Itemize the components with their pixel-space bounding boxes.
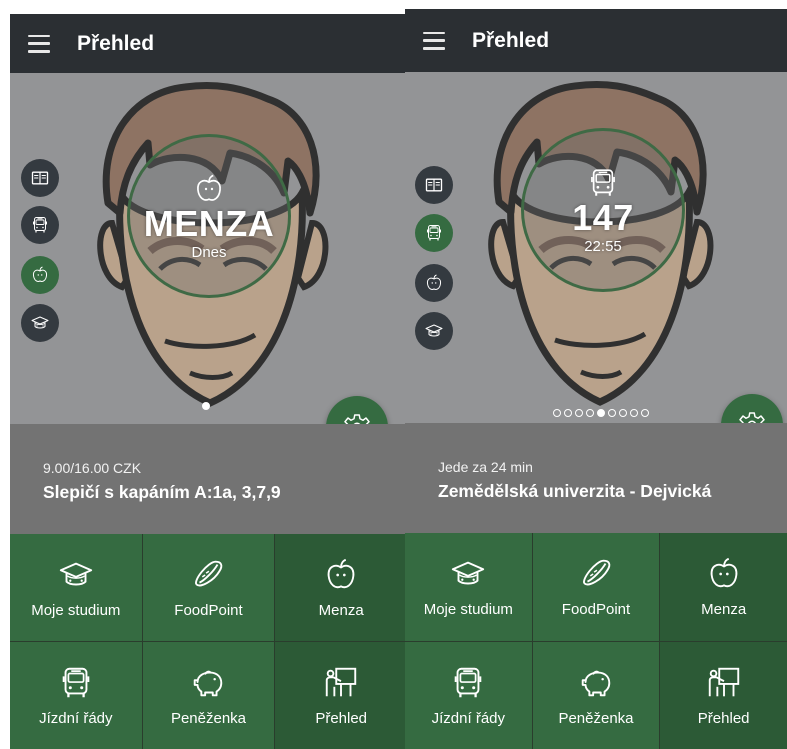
nav-grid: Moje studium FoodPoint Menza Jízdní řády… (405, 533, 787, 749)
pager-dot (630, 409, 638, 417)
tile-label: Peněženka (170, 710, 247, 727)
card-title: MENZA (143, 202, 275, 244)
info-route: Zemědělská univerzita - Dejvická (438, 481, 712, 501)
side-button-menza[interactable] (415, 264, 453, 302)
hotdog-icon (577, 555, 615, 593)
book-icon (30, 168, 50, 188)
apple-icon (192, 172, 226, 206)
side-button-jizdni-rady[interactable] (415, 214, 453, 252)
screen-jizdni-rady: Přehled 147 22:55 Jede za 24 min Zeměděl… (405, 9, 787, 749)
pager-dot (553, 409, 561, 417)
hero-background: MENZA Dnes (10, 73, 407, 424)
tile-label: Přehled (697, 709, 750, 727)
side-button-menza[interactable] (21, 256, 59, 294)
hotdog-icon (189, 556, 227, 594)
side-button-moje-studium[interactable] (415, 166, 453, 204)
tile-label: Moje studium (423, 601, 513, 619)
gear-icon (737, 410, 767, 423)
tile-label: Přehled (315, 710, 368, 727)
tile-foodpoint[interactable]: FoodPoint (532, 533, 660, 641)
pager-dot (597, 409, 605, 417)
bus-icon (30, 215, 50, 235)
tile-label: Jízdní řády (39, 710, 113, 727)
graduation-cap-icon (57, 556, 95, 594)
pager-dot (202, 402, 210, 410)
tile-menza[interactable]: Menza (275, 534, 407, 641)
menu-icon[interactable] (423, 31, 445, 50)
presentation-icon (705, 664, 743, 702)
tile-menza[interactable]: Menza (660, 533, 787, 641)
bus-icon (586, 166, 620, 200)
card-subtitle: Dnes (191, 243, 227, 261)
side-button-jizdni-rady[interactable] (21, 206, 59, 244)
graduation-cap-icon (449, 555, 487, 593)
page-title: Přehled (77, 31, 155, 55)
tile-jizdni-rady[interactable]: Jízdní řády (10, 642, 142, 749)
pager-dots (553, 409, 649, 417)
tile-label: Jízdní řády (431, 709, 506, 727)
tile-moje-studium[interactable]: Moje studium (10, 534, 142, 641)
tile-prehled[interactable]: Přehled (275, 642, 407, 749)
summary-card[interactable]: 147 22:55 (521, 128, 685, 292)
side-button-studium[interactable] (415, 312, 453, 350)
tile-label: Menza (318, 602, 364, 619)
info-panel: 9.00/16.00 CZK Slepičí s kapáním A:1a, 3… (10, 424, 407, 534)
graduation-cap-icon (30, 313, 50, 333)
app-bar: Přehled (10, 14, 407, 73)
screen-menza: Přehled MENZA Dnes 9.00/16.00 CZK Slepič… (10, 14, 407, 749)
info-panel: Jede za 24 min Zemědělská univerzita - D… (405, 423, 787, 533)
pager-dots (202, 402, 210, 410)
menu-icon[interactable] (28, 34, 50, 53)
card-subtitle: 22:55 (584, 237, 622, 255)
tile-penezenka[interactable]: Peněženka (142, 642, 275, 749)
pager-dot (564, 409, 572, 417)
pager-dot (608, 409, 616, 417)
tile-label: Menza (701, 601, 747, 619)
page-title: Přehled (472, 28, 550, 52)
tile-prehled[interactable]: Přehled (660, 641, 787, 749)
info-price: 9.00/16.00 CZK (43, 460, 142, 476)
pager-dot (641, 409, 649, 417)
nav-grid: Moje studium FoodPoint Menza Jízdní řády… (10, 534, 407, 749)
info-departure-time: Jede za 24 min (438, 459, 533, 475)
piggy-bank-icon (577, 664, 615, 702)
pager-dot (586, 409, 594, 417)
tile-penezenka[interactable]: Peněženka (532, 641, 660, 749)
book-icon (424, 175, 444, 195)
pager-dot (575, 409, 583, 417)
tile-foodpoint[interactable]: FoodPoint (142, 534, 275, 641)
apple-icon (322, 556, 360, 594)
apple-icon (424, 273, 444, 293)
bus-icon (424, 223, 444, 243)
card-title: 147 (572, 196, 634, 238)
hero-background: 147 22:55 (405, 72, 787, 423)
summary-card[interactable]: MENZA Dnes (127, 134, 291, 298)
gear-icon (342, 412, 372, 424)
bus-icon (449, 664, 487, 702)
bus-icon (57, 664, 95, 702)
tile-label: Peněženka (558, 709, 634, 727)
pager-dot (619, 409, 627, 417)
tile-label: Moje studium (31, 602, 121, 619)
apple-icon (30, 265, 50, 285)
tile-jizdni-rady[interactable]: Jízdní řády (405, 641, 532, 749)
presentation-icon (322, 664, 360, 702)
app-bar: Přehled (405, 9, 787, 72)
side-button-studium[interactable] (21, 304, 59, 342)
tile-label: FoodPoint (174, 602, 243, 619)
tile-label: FoodPoint (561, 601, 631, 619)
tile-moje-studium[interactable]: Moje studium (405, 533, 532, 641)
piggy-bank-icon (189, 664, 227, 702)
side-button-moje-studium[interactable] (21, 159, 59, 197)
graduation-cap-icon (424, 321, 444, 341)
apple-icon (705, 555, 743, 593)
info-meal: Slepičí s kapáním A:1a, 3,7,9 (43, 482, 281, 502)
